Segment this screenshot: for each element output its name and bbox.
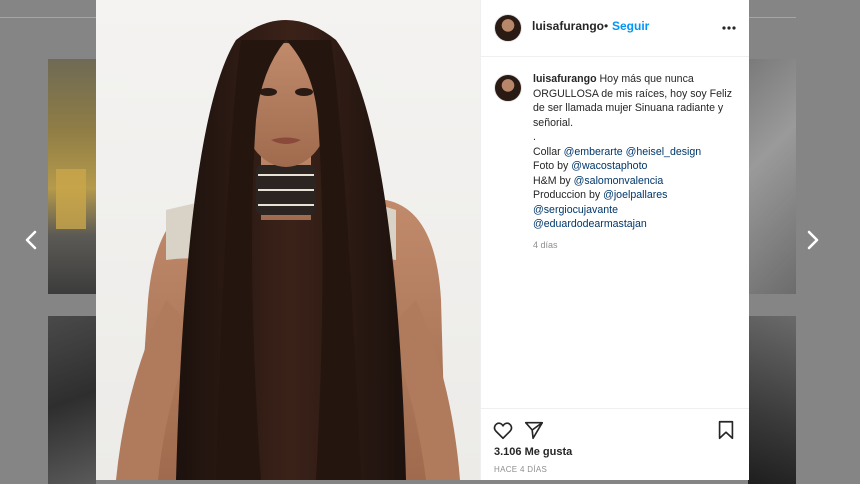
background-divider (748, 17, 796, 18)
credit-line: H&M by @salomonvalencia (533, 174, 739, 189)
post-side-panel: luisafurango • Seguir luisafurango Hoy m… (480, 0, 749, 480)
background-divider (0, 17, 96, 18)
like-count[interactable]: 3.106 Me gusta (494, 446, 572, 458)
share-icon[interactable] (523, 419, 545, 441)
mention-link[interactable]: @salomonvalencia (574, 175, 664, 187)
mention-link[interactable]: @eduardodearmastajan (533, 218, 647, 230)
heart-icon[interactable] (492, 419, 514, 441)
caption-text: luisafurango Hoy más que nunca ORGULLOSA… (533, 72, 739, 232)
credit-line: Collar @emberarte @heisel_design (533, 145, 739, 160)
post-actions: 3.106 Me gusta HACE 4 DÍAS (481, 408, 749, 481)
mention-link[interactable]: @joelpallares (603, 189, 667, 201)
mention-link[interactable]: @emberarte (564, 146, 623, 158)
credit-prefix: Collar (533, 145, 564, 158)
post-photo[interactable] (96, 0, 480, 480)
mention-link[interactable]: @heisel_design (626, 146, 702, 158)
background-post-thumbnail (748, 316, 796, 484)
credit-prefix: H&M by (533, 174, 574, 187)
background-post-thumbnail (48, 316, 96, 484)
credit-line: @sergiocujavante (533, 203, 739, 218)
separator-dot: • (604, 19, 609, 33)
credit-line: Foto by @wacostaphoto (533, 159, 739, 174)
caption-timestamp[interactable]: 4 días (533, 240, 558, 250)
avatar[interactable] (494, 74, 522, 102)
chevron-left-icon[interactable] (20, 228, 44, 252)
chevron-right-icon[interactable] (800, 228, 824, 252)
mention-link[interactable]: @sergiocujavante (533, 204, 618, 216)
follow-button[interactable]: Seguir (612, 19, 649, 33)
bookmark-icon[interactable] (715, 419, 737, 441)
posted-time[interactable]: HACE 4 DÍAS (494, 465, 547, 474)
post-header: luisafurango • Seguir (481, 0, 749, 57)
credit-prefix: Foto by (533, 160, 572, 172)
caption-username[interactable]: luisafurango (533, 73, 597, 85)
more-options-icon[interactable] (721, 20, 737, 36)
post-modal: luisafurango • Seguir luisafurango Hoy m… (96, 0, 749, 480)
background-post-thumbnail (48, 59, 96, 294)
credit-line: @eduardodearmastajan (533, 217, 739, 232)
mention-link[interactable]: @wacostaphoto (571, 160, 647, 172)
credit-prefix: Produccion by (533, 189, 604, 201)
header-username[interactable]: luisafurango (532, 19, 604, 33)
background-post-thumbnail (748, 59, 796, 294)
portrait-illustration (116, 20, 460, 480)
caption-dot: . (533, 131, 536, 143)
avatar[interactable] (494, 14, 522, 42)
credit-line: Produccion by @joelpallares (533, 188, 739, 203)
